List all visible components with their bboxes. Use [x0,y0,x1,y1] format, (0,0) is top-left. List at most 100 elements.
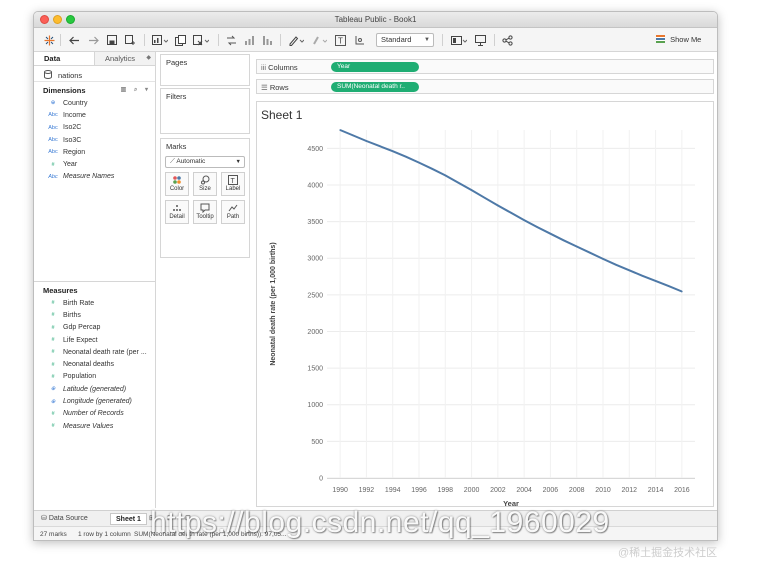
pages-card-title: Pages [166,58,188,67]
tab-data-source[interactable]: ⛁ Data Source [36,513,93,525]
columns-label-text: Columns [268,63,298,72]
tab-analytics[interactable]: Analytics ◆ [95,52,155,65]
dimension-field[interactable]: Abc Iso2C [34,122,155,134]
measure-field[interactable]: ⊕ Latitude (generated) [34,383,155,395]
y-tick-label: 4000 [307,182,323,189]
measure-field[interactable]: # Neonatal deaths [34,358,155,370]
abc-icon: Abc [48,137,58,144]
globe-icon: ⊕ [50,398,56,405]
presentation-mode-icon[interactable] [473,33,487,47]
back-arrow-icon[interactable] [67,33,81,47]
measure-field[interactable]: # Population [34,371,155,383]
dimension-field-label: Country [63,99,88,107]
x-tick-label: 2016 [674,487,690,494]
tab-data[interactable]: Data [34,52,95,65]
number-icon: # [51,161,55,168]
mark-type-select[interactable]: ⟋ Automatic ▼ [165,156,245,168]
fix-axes-icon[interactable] [352,33,366,47]
datasource-item[interactable]: nations [34,66,155,82]
show-me-button[interactable]: Show Me [656,33,701,47]
save-icon[interactable] [105,33,119,47]
measure-field[interactable]: # Births [34,309,155,321]
data-point [681,290,683,293]
swap-rows-columns-icon[interactable] [224,33,238,47]
dimension-field[interactable]: Abc Region [34,146,155,158]
line-chart[interactable]: 0 500 1000 1500 2000 2500 3000 3500 4000 4500 1990… [257,102,715,508]
dimensions-tools-icon[interactable]: ▥ ⌕ ▾ [121,86,151,94]
measure-field[interactable]: # Neonatal death rate (per ... [34,346,155,358]
dimension-field[interactable]: Abc Iso3C [34,134,155,146]
show-cards-icon[interactable] [449,33,469,47]
label-button[interactable]: T Label [221,172,245,196]
measure-field[interactable]: ⊕ Longitude (generated) [34,395,155,407]
toolbar-separator [442,34,443,46]
measure-field[interactable]: # Measure Values [34,420,155,432]
dimension-field[interactable]: ⊕ Country [34,97,155,109]
rows-shelf[interactable]: ☰ Rows SUM(Neonatal death r.. [256,79,714,94]
data-point [667,285,670,287]
measure-field[interactable]: # Number of Records [34,408,155,420]
tableau-logo-icon[interactable] [42,33,56,47]
data-point [523,219,525,221]
tooltip-icon [200,203,210,213]
group-members-icon[interactable] [309,33,329,47]
columns-pill-year[interactable]: Year [331,62,419,72]
fit-select[interactable]: Standard ▼ [376,33,434,47]
data-point [575,245,578,248]
number-icon: # [51,349,55,356]
sort-descending-icon[interactable] [260,33,274,47]
filters-card[interactable]: Filters [160,88,250,134]
fit-select-value: Standard [381,35,412,44]
highlight-icon[interactable] [286,33,306,47]
columns-shelf-label: iii Columns [261,63,298,72]
label-icon: T [228,175,238,185]
data-point [628,269,631,272]
duplicate-sheet-icon[interactable] [173,33,187,47]
data-point [431,168,433,170]
view-area: iii Columns Year ☰ Rows SUM(Neonatal dea… [254,52,717,508]
data-point [562,239,565,242]
line-mark-icon: ⟋ [170,158,175,165]
forward-arrow-icon[interactable] [86,33,100,47]
show-mark-labels-icon[interactable]: T [333,33,347,47]
measure-field[interactable]: # Gdp Percap [34,322,155,334]
measure-field[interactable]: # Birth Rate [34,297,155,309]
dimension-field[interactable]: Abc Income [34,109,155,121]
marks-card-title: Marks [166,142,187,151]
data-point [641,274,644,277]
pages-card[interactable]: Pages [160,54,250,86]
tooltip-button[interactable]: Tooltip [193,200,217,224]
measure-field-label: Neonatal deaths [63,361,114,369]
columns-shelf[interactable]: iii Columns Year [256,59,714,74]
sort-ascending-icon[interactable] [242,33,256,47]
y-axis-label: Neonatal death rate (per 1,000 births) [270,242,277,365]
measures-section: Measures # Birth Rate # Births # Gdp Percap # L… [34,282,155,432]
dimension-field-label: Iso3C [63,136,82,144]
dimension-field[interactable]: Abc Measure Names [34,171,155,183]
columns-icon: iii [261,63,266,72]
dimension-field[interactable]: # Year [34,158,155,170]
clear-sheet-icon[interactable] [191,33,211,47]
rows-label-text: Rows [269,83,289,92]
x-tick-label: 2012 [621,487,637,494]
color-button[interactable]: Color [165,172,189,196]
x-tick-label: 1996 [411,487,427,494]
detail-button[interactable]: Detail [165,200,189,224]
color-icon [173,176,181,184]
color-label: Color [169,186,185,192]
x-tick-label: 2014 [648,487,664,494]
new-datasource-icon[interactable] [123,33,137,47]
abc-icon: Abc [48,112,58,119]
measure-field[interactable]: # Life Expect [34,334,155,346]
y-tick-label: 4500 [307,146,323,153]
watermark-url: https://blog.csdn.net/qq_1960029 [150,506,610,539]
rows-pill-neonatal[interactable]: SUM(Neonatal death r.. [331,82,419,92]
rows-icon: ☰ [261,83,268,92]
x-tick-label: 1994 [385,487,401,494]
size-button[interactable]: Size [193,172,217,196]
new-worksheet-icon[interactable] [150,33,170,47]
share-icon[interactable] [500,33,514,47]
data-point [483,196,486,199]
path-button[interactable]: Path [221,200,245,224]
tab-sheet-1[interactable]: Sheet 1 [110,513,147,525]
